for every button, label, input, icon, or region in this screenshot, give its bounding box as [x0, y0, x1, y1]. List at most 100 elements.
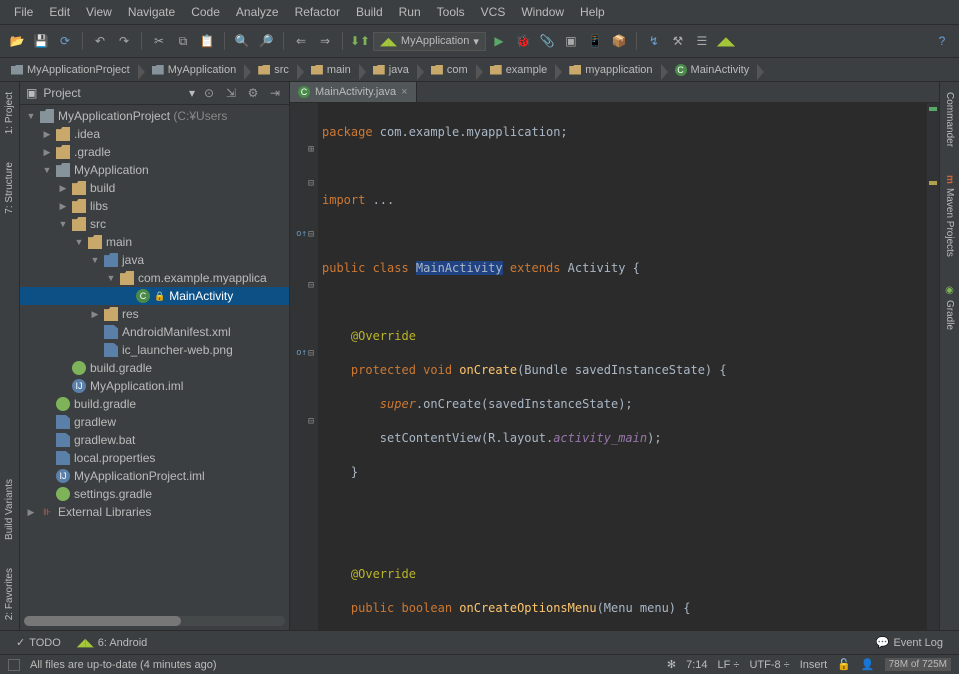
- undo-icon[interactable]: ↶: [89, 30, 111, 52]
- copy-icon[interactable]: ⧉: [172, 30, 194, 52]
- menu-run[interactable]: Run: [393, 3, 427, 21]
- back-icon[interactable]: ⇐: [290, 30, 312, 52]
- fold-icon[interactable]: ⊞: [308, 141, 314, 158]
- menu-help[interactable]: Help: [574, 3, 611, 21]
- tree-arrow-icon[interactable]: ▶: [90, 309, 100, 320]
- breadcrumb-item[interactable]: myapplication: [564, 62, 657, 78]
- code-editor[interactable]: ⊞ ⊟ o↑⊟ ⊟ o↑⊟ ⊟ package com.example.myap…: [290, 103, 939, 630]
- cursor-position[interactable]: 7:14: [686, 659, 707, 671]
- tree-item[interactable]: local.properties: [20, 449, 289, 467]
- stop-icon[interactable]: ▣: [560, 30, 582, 52]
- run-configuration-selector[interactable]: ◢◣ MyApplication ▾: [373, 32, 486, 51]
- insert-mode[interactable]: Insert: [800, 659, 828, 671]
- fold-icon[interactable]: ⊟: [308, 175, 314, 192]
- breadcrumb-item[interactable]: com: [426, 62, 473, 78]
- paste-icon[interactable]: 📋: [196, 30, 218, 52]
- avd-manager-icon[interactable]: 📱: [584, 30, 606, 52]
- line-separator[interactable]: LF ÷: [718, 659, 740, 671]
- menu-vcs[interactable]: VCS: [475, 3, 512, 21]
- tree-arrow-icon[interactable]: ▼: [90, 255, 100, 265]
- commander-tool-tab[interactable]: Commander: [942, 88, 957, 151]
- error-stripe[interactable]: [927, 103, 939, 630]
- todo-tool-tab[interactable]: ✓TODO: [8, 633, 69, 652]
- attach-debugger-icon[interactable]: 📎: [536, 30, 558, 52]
- gradle-tool-tab[interactable]: ◉Gradle: [942, 281, 957, 334]
- sync-gradle-icon[interactable]: ↯: [643, 30, 665, 52]
- project-tree[interactable]: ▼MyApplicationProject (C:¥Users▶.idea▶.g…: [20, 105, 289, 612]
- tree-arrow-icon[interactable]: ▶: [58, 183, 68, 194]
- tree-arrow-icon[interactable]: ▼: [106, 273, 116, 283]
- menu-build[interactable]: Build: [350, 3, 389, 21]
- favorites-tool-tab[interactable]: 2: Favorites: [2, 564, 17, 624]
- forward-icon[interactable]: ⇒: [314, 30, 336, 52]
- breadcrumb-item[interactable]: main: [306, 62, 356, 78]
- status-checkbox[interactable]: [8, 659, 20, 671]
- event-log-tool-tab[interactable]: 💬Event Log: [868, 633, 951, 652]
- tree-item[interactable]: AndroidManifest.xml: [20, 323, 289, 341]
- override-icon[interactable]: o↑: [296, 345, 307, 362]
- fold-icon[interactable]: ⊟: [308, 277, 314, 294]
- code-content[interactable]: package com.example.myapplication; impor…: [318, 103, 927, 630]
- dropdown-icon[interactable]: ▾: [189, 86, 195, 100]
- save-all-icon[interactable]: 💾: [30, 30, 52, 52]
- collapse-all-icon[interactable]: ⇲: [223, 85, 239, 101]
- tree-item[interactable]: ▼MyApplicationProject (C:¥Users: [20, 107, 289, 125]
- menu-file[interactable]: File: [8, 3, 39, 21]
- memory-indicator[interactable]: 78M of 725M: [885, 658, 951, 671]
- breadcrumb-item[interactable]: example: [485, 62, 553, 78]
- lock-icon[interactable]: 🔓: [837, 658, 851, 671]
- tree-item[interactable]: ▶libs: [20, 197, 289, 215]
- menu-tools[interactable]: Tools: [431, 3, 471, 21]
- fold-icon[interactable]: ⊟: [308, 226, 314, 243]
- menu-refactor[interactable]: Refactor: [289, 3, 346, 21]
- horizontal-scrollbar[interactable]: [24, 616, 285, 626]
- maven-tool-tab[interactable]: mMaven Projects: [942, 171, 957, 261]
- sdk-manager-icon[interactable]: 📦: [608, 30, 630, 52]
- hide-icon[interactable]: ⇥: [267, 85, 283, 101]
- tree-item[interactable]: ▼src: [20, 215, 289, 233]
- scroll-from-source-icon[interactable]: ⊙: [201, 85, 217, 101]
- override-icon[interactable]: o↑: [296, 226, 307, 243]
- tree-arrow-icon[interactable]: ▼: [26, 111, 36, 121]
- menu-edit[interactable]: Edit: [43, 3, 76, 21]
- tree-arrow-icon[interactable]: ▼: [58, 219, 68, 229]
- breadcrumb-item[interactable]: MyApplication: [147, 62, 241, 78]
- menu-analyze[interactable]: Analyze: [230, 3, 285, 21]
- tree-item[interactable]: C🔒MainActivity: [20, 287, 289, 305]
- breadcrumb-item[interactable]: MyApplicationProject: [6, 62, 135, 78]
- tree-item[interactable]: ic_launcher-web.png: [20, 341, 289, 359]
- tree-item[interactable]: build.gradle: [20, 395, 289, 413]
- settings-icon[interactable]: ⚙: [245, 85, 261, 101]
- open-file-icon[interactable]: 📂: [6, 30, 28, 52]
- tree-item[interactable]: build.gradle: [20, 359, 289, 377]
- tree-item[interactable]: gradlew: [20, 413, 289, 431]
- tree-item[interactable]: settings.gradle: [20, 485, 289, 503]
- breadcrumb-item[interactable]: CMainActivity: [670, 62, 755, 78]
- menu-window[interactable]: Window: [515, 3, 570, 21]
- build-variants-tool-tab[interactable]: Build Variants: [2, 475, 17, 544]
- tree-item[interactable]: gradlew.bat: [20, 431, 289, 449]
- tree-arrow-icon[interactable]: ▶: [42, 129, 52, 140]
- project-tool-tab[interactable]: 1: Project: [2, 88, 17, 138]
- find-icon[interactable]: 🔍: [231, 30, 253, 52]
- redo-icon[interactable]: ↷: [113, 30, 135, 52]
- tree-arrow-icon[interactable]: ▶: [42, 147, 52, 158]
- tree-item[interactable]: IJMyApplication.iml: [20, 377, 289, 395]
- android-tool-tab[interactable]: ◢◣6: Android: [69, 633, 155, 652]
- menu-navigate[interactable]: Navigate: [122, 3, 181, 21]
- tree-arrow-icon[interactable]: ▶: [26, 507, 36, 518]
- tree-item[interactable]: ▼java: [20, 251, 289, 269]
- android-icon[interactable]: ◢◣: [715, 30, 737, 52]
- tree-item[interactable]: ▶res: [20, 305, 289, 323]
- debug-icon[interactable]: 🐞: [512, 30, 534, 52]
- tree-item[interactable]: IJMyApplicationProject.iml: [20, 467, 289, 485]
- tree-item[interactable]: ▶build: [20, 179, 289, 197]
- tree-arrow-icon[interactable]: ▶: [58, 201, 68, 212]
- make-project-icon[interactable]: ⬇⬆: [349, 30, 371, 52]
- tree-item[interactable]: ▶.idea: [20, 125, 289, 143]
- tree-item[interactable]: ▼com.example.myapplica: [20, 269, 289, 287]
- close-tab-icon[interactable]: ×: [401, 86, 407, 98]
- warning-marker[interactable]: [929, 181, 937, 185]
- run-icon[interactable]: ▶: [488, 30, 510, 52]
- menu-code[interactable]: Code: [185, 3, 226, 21]
